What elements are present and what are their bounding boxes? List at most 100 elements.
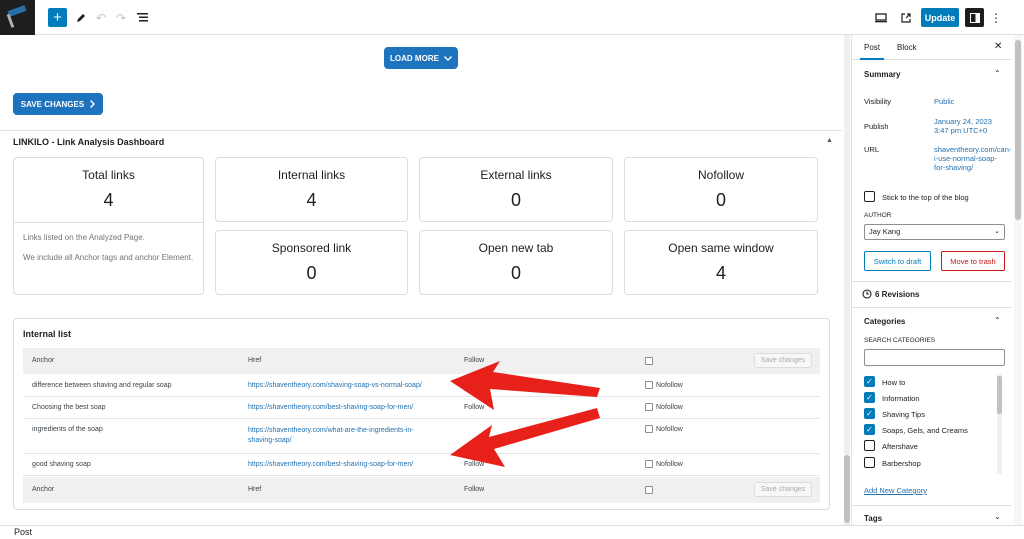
stat-value: 0 (510, 190, 521, 210)
move-to-trash-button[interactable]: Move to trash (941, 251, 1005, 271)
categories-title[interactable]: Categories (864, 317, 905, 326)
category-checkbox[interactable] (864, 440, 875, 451)
nofollow-checkbox[interactable] (645, 460, 653, 468)
save-changes-small-button[interactable]: Save changes (754, 482, 812, 497)
breadcrumb[interactable]: Post (14, 527, 32, 537)
tags-title[interactable]: Tags (864, 514, 882, 523)
nofollow-checkbox[interactable] (645, 381, 653, 389)
view-post-button[interactable] (899, 8, 913, 27)
author-select[interactable]: Jay Kang ⌄ (864, 224, 1005, 240)
table-row: Choosing the best soap https://shaventhe… (23, 397, 820, 419)
total-note: We include all Anchor tags and anchor El… (23, 253, 194, 262)
revisions-link[interactable]: 6 Revisions (875, 290, 919, 299)
category-label: How to (882, 378, 906, 387)
summary-title[interactable]: Summary (864, 70, 900, 79)
stat-value: 4 (306, 190, 317, 210)
row-anchor: ingredients of the soap (32, 426, 103, 433)
header-href: Href (248, 357, 262, 364)
undo-button[interactable]: ↶ (94, 8, 108, 27)
row-href-link[interactable]: https://shaventheory.com/best-shaving-so… (248, 404, 413, 411)
sticky-label: Stick to the top of the blog (882, 193, 969, 202)
canvas-scrollbar[interactable] (844, 35, 850, 525)
category-checkbox[interactable]: ✓ (864, 408, 875, 419)
save-changes-small-button[interactable]: Save changes (754, 353, 812, 368)
stat-value: 4 (715, 263, 726, 283)
category-label: Aftershave (882, 442, 918, 451)
stat-value: 0 (715, 190, 726, 210)
sidebar-scrollbar-thumb[interactable] (1015, 40, 1021, 220)
author-label: AUTHOR (864, 212, 892, 219)
canvas-scrollbar-thumb[interactable] (844, 455, 850, 523)
visibility-key: Visibility (864, 97, 891, 106)
add-new-category-link[interactable]: Add New Category (864, 486, 927, 495)
chevron-up-icon[interactable]: ⌃ (994, 316, 1001, 325)
category-checkbox[interactable]: ✓ (864, 392, 875, 403)
close-icon[interactable]: ✕ (994, 41, 1002, 52)
row-href-link[interactable]: https://shaventheory.com/what-are-the-in… (248, 426, 438, 446)
stat-label: Internal links (277, 168, 346, 182)
external-link-icon (901, 12, 911, 23)
internal-list-title: Internal list (23, 329, 72, 339)
select-all-checkbox[interactable] (645, 357, 653, 365)
chevron-down-icon[interactable]: ⌄ (994, 512, 1001, 521)
add-block-button[interactable]: + (48, 8, 67, 27)
category-checkbox[interactable]: ✓ (864, 376, 875, 387)
nofollow-label: Nofollow (656, 426, 683, 433)
stat-label: Nofollow (697, 168, 745, 182)
row-anchor: difference between shaving and regular s… (32, 382, 172, 389)
category-list-scrollbar[interactable] (997, 374, 1002, 474)
tab-block[interactable]: Block (897, 43, 917, 52)
nofollow-checkbox[interactable] (645, 403, 653, 411)
tools-button[interactable] (74, 8, 88, 27)
chevron-up-icon[interactable]: ⌃ (994, 69, 1001, 78)
row-anchor: Choosing the best soap (32, 404, 106, 411)
row-href-link[interactable]: https://shaventheory.com/shaving-soap-vs… (248, 382, 422, 389)
chevron-down-icon: ⌄ (994, 228, 1000, 235)
sidebar-tabs: Post Block ✕ (852, 35, 1012, 60)
footer-anchor: Anchor (32, 486, 55, 493)
category-checkbox[interactable]: ✓ (864, 424, 875, 435)
table-row: ingredients of the soap https://shaventh… (23, 419, 820, 454)
category-label: Shaving Tips (882, 410, 925, 419)
row-follow: Follow (464, 404, 485, 411)
stat-label: Open new tab (478, 241, 554, 255)
search-categories-label: SEARCH CATEGORIES (864, 337, 936, 344)
tab-post[interactable]: Post (864, 43, 880, 52)
publish-value[interactable]: January 24, 2023 3:47 pm UTC+0 (934, 117, 1006, 135)
table-row: good shaving soap https://shaventheory.c… (23, 454, 820, 476)
preview-button[interactable] (874, 8, 888, 27)
collapse-caret-icon[interactable]: ▲ (826, 137, 833, 144)
desktop-icon (875, 12, 887, 22)
nofollow-label: Nofollow (656, 461, 683, 468)
stat-value: 4 (103, 190, 114, 210)
category-list-scrollbar-thumb[interactable] (997, 376, 1002, 414)
nofollow-checkbox[interactable] (645, 425, 653, 433)
category-checkbox[interactable] (864, 457, 875, 468)
list-view-icon (136, 13, 148, 22)
site-logo[interactable] (0, 0, 35, 35)
stat-value: 0 (306, 263, 317, 283)
settings-toggle-button[interactable] (965, 8, 984, 27)
row-follow: Follow (464, 461, 485, 468)
load-more-button[interactable]: LOAD MORE (384, 47, 458, 69)
search-categories-input[interactable] (864, 349, 1005, 366)
list-view-button[interactable] (135, 8, 149, 27)
table-footer: Anchor Href Follow Save changes (23, 477, 820, 503)
more-vertical-icon: ⋮ (990, 10, 1002, 25)
footer-follow: Follow (464, 486, 485, 493)
options-button[interactable]: ⋮ (990, 8, 1002, 27)
nofollow-label: Nofollow (656, 382, 683, 389)
sidebar-divider (852, 505, 1012, 506)
switch-to-draft-button[interactable]: Switch to draft (864, 251, 931, 271)
sticky-checkbox[interactable] (864, 191, 875, 202)
save-changes-button[interactable]: SAVE CHANGES (13, 93, 103, 115)
row-href-link[interactable]: https://shaventheory.com/best-shaving-so… (248, 461, 413, 468)
select-all-checkbox[interactable] (645, 486, 653, 494)
editor-canvas: LOAD MORE SAVE CHANGES LINKILO - Link An… (0, 35, 842, 525)
url-value[interactable]: shaventheory.com/can-i-use-normal-soap-f… (934, 145, 1011, 172)
visibility-value[interactable]: Public (934, 97, 1006, 106)
category-label: Soaps, Gels, and Creams (882, 426, 968, 435)
sidebar-scrollbar[interactable] (1014, 35, 1022, 525)
update-button[interactable]: Update (921, 8, 959, 27)
redo-button[interactable]: ↷ (114, 8, 128, 27)
